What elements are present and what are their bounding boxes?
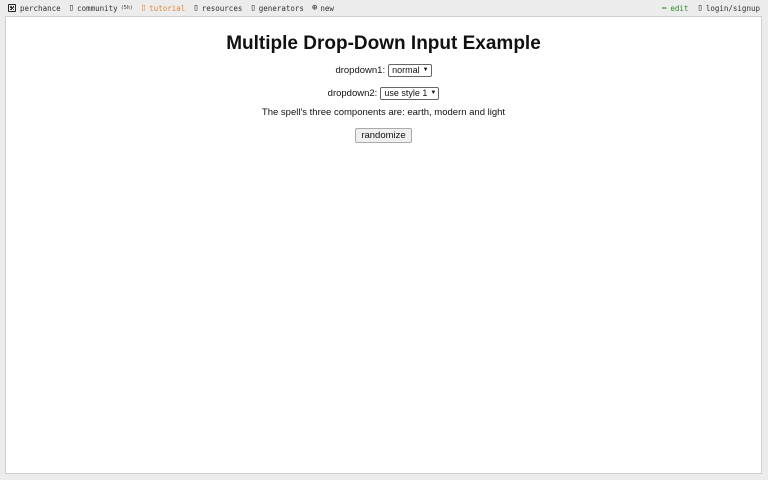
nav-community[interactable]: ▯ community (5h) (68, 2, 133, 13)
book-icon: ▯ (140, 2, 147, 13)
nav-login[interactable]: ▯ login/signup (697, 2, 760, 13)
nav-left: perchance ▯ community (5h) ▯ tutorial ▯ … (8, 2, 342, 13)
nav-new[interactable]: ⊕ new (311, 2, 334, 13)
nav-login-label: login/signup (705, 3, 760, 13)
generators-icon: ▯ (250, 2, 256, 13)
chat-icon: ▯ (68, 2, 75, 13)
nav-generators[interactable]: ▯ generators (250, 2, 304, 13)
dropdown1-select[interactable]: normal ▼ (388, 63, 432, 77)
nav-brand-label: perchance (20, 3, 61, 13)
top-nav-bar: perchance ▯ community (5h) ▯ tutorial ▯ … (0, 0, 768, 16)
dropdown1-value: normal (392, 65, 420, 75)
chevron-down-icon: ▼ (422, 67, 429, 73)
dropdown2-row: dropdown2: use style 1 ▼ (6, 86, 761, 100)
nav-brand[interactable]: perchance (8, 4, 61, 13)
nav-right: ✏ edit ▯ login/signup (653, 2, 760, 13)
dropdown1-label: dropdown1: (335, 64, 386, 76)
randomize-button[interactable]: randomize (355, 128, 412, 143)
nav-resources-label: resources (201, 3, 243, 13)
chevron-down-icon: ▼ (430, 90, 437, 96)
dropdown1-row: dropdown1: normal ▼ (6, 63, 761, 77)
result-sentence: The spell's three components are: earth,… (261, 107, 506, 118)
nav-tutorial[interactable]: ▯ tutorial (140, 2, 186, 13)
nav-community-label: community (77, 3, 118, 13)
nav-edit-label: edit (670, 3, 689, 13)
nav-resources[interactable]: ▯ resources (193, 2, 243, 13)
plus-circle-icon: ⊕ (311, 2, 318, 13)
page-title: Multiple Drop-Down Input Example (226, 33, 541, 54)
nav-generators-label: generators (258, 3, 304, 13)
dropdown2-value: use style 1 (384, 88, 428, 98)
resources-icon: ▯ (193, 2, 199, 13)
user-icon: ▯ (697, 2, 703, 13)
dice-icon (8, 4, 16, 12)
community-count: (5h) (120, 5, 133, 11)
nav-tutorial-label: tutorial (149, 3, 186, 13)
generator-output-panel: Multiple Drop-Down Input Example dropdow… (5, 16, 762, 474)
pencil-icon: ✏ (661, 2, 668, 13)
nav-new-label: new (320, 3, 334, 13)
dropdown2-select[interactable]: use style 1 ▼ (380, 86, 440, 100)
nav-edit[interactable]: ✏ edit (661, 2, 689, 13)
dropdown2-label: dropdown2: (327, 87, 378, 99)
